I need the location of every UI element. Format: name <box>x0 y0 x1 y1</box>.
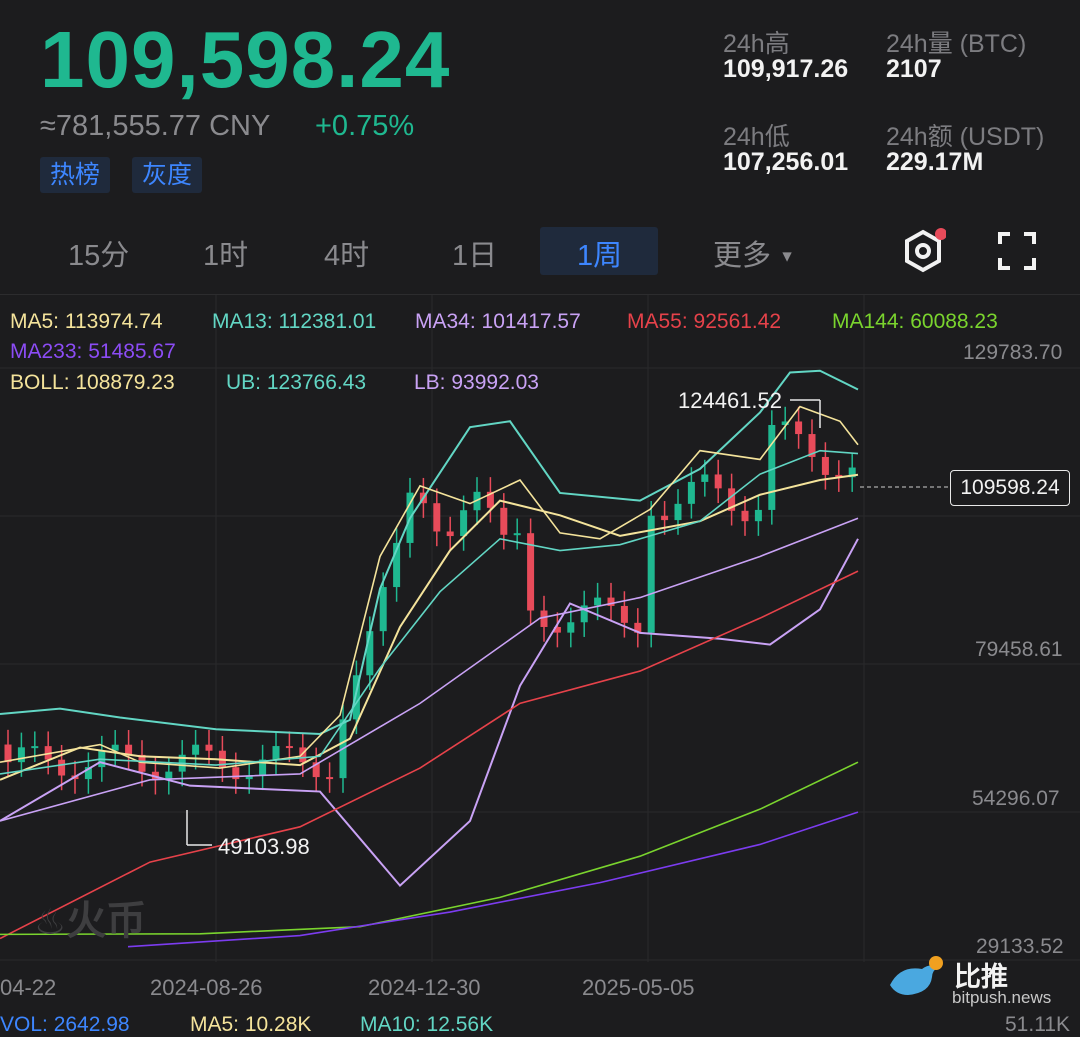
candle-body <box>687 481 695 504</box>
candle-body <box>326 777 334 780</box>
high-mark-label: 124461.52 <box>678 388 782 413</box>
tab-4h[interactable]: 4时 <box>324 232 369 274</box>
x-label-1: 04-22 <box>0 975 57 1000</box>
boll-legend: BOLL: 108879.23 <box>10 371 175 394</box>
candle-body <box>594 597 602 606</box>
ma55-legend: MA55: 92561.42 <box>627 310 782 333</box>
ma233-line <box>127 811 859 948</box>
y-label-3: 54296.07 <box>972 787 1060 810</box>
candle-body <box>272 746 280 760</box>
flame-icon: ♨ <box>34 901 67 942</box>
amount-value: 229.17M <box>886 148 984 176</box>
fullscreen-icon <box>998 232 1036 270</box>
lower-band-line <box>0 538 859 888</box>
ma13-line <box>0 449 859 775</box>
change-percent: +0.75% <box>315 110 415 142</box>
ma233-legend: MA233: 51485.67 <box>10 340 176 363</box>
candle-body <box>768 424 776 510</box>
ub-legend: UB: 123766.43 <box>226 371 367 394</box>
candle-body <box>379 587 387 632</box>
watermark-text: 火币 <box>66 899 147 943</box>
watermark: ♨火币 <box>34 888 146 946</box>
settings-icon <box>905 228 947 273</box>
brand-logo <box>884 955 948 1006</box>
tag-hot[interactable]: 热榜 <box>40 157 111 193</box>
grid <box>0 295 1080 962</box>
candle-body <box>540 610 548 627</box>
indicator-settings-button[interactable] <box>900 228 947 274</box>
upper-band-line <box>0 369 859 735</box>
vma10-legend: MA10: 12.56K <box>360 1013 494 1036</box>
ma5-line <box>0 405 859 769</box>
ma34-legend: MA34: 101417.57 <box>415 310 581 333</box>
tab-1h[interactable]: 1时 <box>203 232 248 274</box>
x-label-3: 2024-12-30 <box>368 975 481 1000</box>
ma34-line <box>0 517 859 822</box>
low-mark-label: 49103.98 <box>218 834 310 859</box>
ma13-legend: MA13: 112381.01 <box>212 310 377 333</box>
vma5-legend: MA5: 10.28K <box>190 1013 312 1036</box>
bird-icon <box>890 956 943 995</box>
candle-body <box>795 421 803 435</box>
candle-body <box>433 503 441 532</box>
candle-body <box>674 503 682 521</box>
candle-body <box>701 474 709 482</box>
candle-body <box>754 509 762 522</box>
high-value: 109,917.26 <box>723 55 849 83</box>
volume-value: 2107 <box>886 55 942 83</box>
x-label-4: 2025-05-05 <box>582 975 695 1000</box>
last-price: 109,598.24 <box>40 15 451 104</box>
vol-legend: VOL: 2642.98 <box>0 1013 130 1036</box>
indicator-lines <box>0 369 859 948</box>
candle-body <box>741 510 749 522</box>
y-label-top: 129783.70 <box>963 341 1063 364</box>
candle-body <box>620 605 628 623</box>
tab-1w[interactable]: 1周 <box>577 232 622 274</box>
low-value: 107,256.01 <box>723 148 849 176</box>
x-label-2: 2024-08-26 <box>150 975 263 1000</box>
candle-body <box>821 456 829 475</box>
candle-body <box>661 515 669 521</box>
tab-more[interactable]: 更多 ▼ <box>713 232 795 274</box>
last-price-tag: 109598.24 <box>950 470 1070 506</box>
candle-body <box>714 474 722 489</box>
candle-body <box>205 744 213 751</box>
y-label-2: 79458.61 <box>975 638 1063 661</box>
candle-body <box>446 531 454 537</box>
candle-body <box>567 622 575 633</box>
candle-body <box>31 746 39 749</box>
vol-max: 51.11K <box>1005 1013 1070 1036</box>
candle-body <box>647 515 655 633</box>
brand-url: bitpush.news <box>952 988 1052 1007</box>
ma5-legend: MA5: 113974.74 <box>10 310 163 333</box>
candles <box>4 406 856 795</box>
tab-more-label: 更多 <box>713 240 772 272</box>
tab-1d[interactable]: 1日 <box>452 232 497 274</box>
candle-body <box>58 759 66 776</box>
candle-body <box>285 746 293 749</box>
candle-body <box>500 507 508 535</box>
candle-body <box>460 510 468 537</box>
candle-body <box>513 533 521 536</box>
fullscreen-button[interactable] <box>996 230 1038 272</box>
candle-body <box>17 747 25 763</box>
kline-chart[interactable] <box>0 295 1080 1025</box>
caret-down-icon: ▼ <box>779 248 795 266</box>
tab-15m[interactable]: 15分 <box>68 232 129 274</box>
ma144-legend: MA144: 60088.23 <box>832 310 998 333</box>
tag-grayscale[interactable]: 灰度 <box>132 157 203 193</box>
cny-price: ≈781,555.77 CNY <box>40 110 271 142</box>
candle-body <box>192 744 200 755</box>
lb-legend: LB: 93992.03 <box>414 371 539 394</box>
candle-body <box>232 767 240 780</box>
